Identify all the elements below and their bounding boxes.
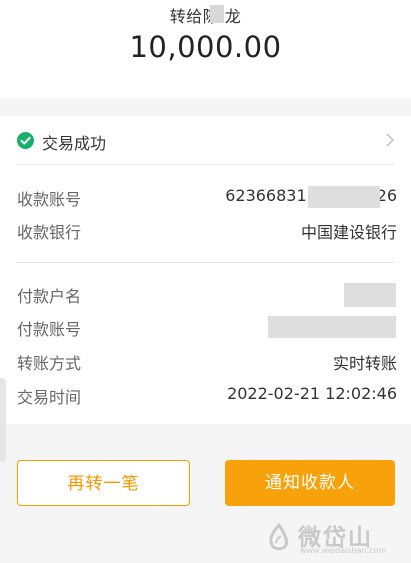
transfer-method-value: 实时转账 — [332, 354, 397, 373]
receiver-bank-row: 收款银行 中国建设银行 — [0, 219, 411, 243]
transaction-status-text: 交易成功 — [42, 134, 107, 153]
receiver-bank-label: 收款银行 — [17, 223, 82, 242]
transfer-amount: 10,000.00 — [129, 30, 282, 64]
recipient-name: 转给陈 龙 — [169, 7, 242, 26]
payer-name-mask — [344, 283, 396, 307]
check-circle-icon — [17, 132, 34, 149]
payer-account-label: 付款账号 — [17, 320, 82, 339]
divider — [16, 164, 395, 165]
chevron-right-icon[interactable] — [385, 132, 395, 152]
recipient-name-mask — [210, 5, 224, 23]
receiver-account-prefix: 62366831 — [225, 186, 307, 205]
receiver-account-label: 收款账号 — [17, 190, 82, 209]
transaction-detail-card: 交易成功 收款账号 62366831 26 收款银行 中国建设银行 付款户名 付款… — [0, 116, 411, 424]
transfer-method-row: 转账方式 实时转账 — [0, 350, 411, 374]
watermark-url: www.weidaishan.com — [300, 546, 387, 555]
transaction-status-row[interactable]: 交易成功 — [0, 116, 411, 164]
payer-name-row: 付款户名 — [0, 283, 411, 307]
payer-name-label: 付款户名 — [17, 287, 82, 306]
transaction-time-row: 交易时间 2022-02-21 12:02:46 — [0, 384, 411, 408]
transaction-time-value: 2022-02-21 12:02:46 — [227, 384, 397, 403]
watermark: 微岱山 www.weidaishan.com — [264, 521, 404, 557]
transfer-summary: 转给陈 龙 10,000.00 — [0, 0, 411, 98]
watermark-logo-icon — [264, 522, 294, 557]
transaction-time-label: 交易时间 — [17, 388, 82, 407]
payer-account-row: 付款账号 — [0, 316, 411, 340]
receiver-bank-value: 中国建设银行 — [300, 223, 397, 242]
transfer-method-label: 转账方式 — [17, 354, 82, 373]
side-handle[interactable] — [0, 378, 6, 462]
receiver-account-row: 收款账号 62366831 26 — [0, 186, 411, 210]
divider — [16, 262, 395, 263]
transfer-again-button[interactable]: 再转一笔 — [17, 460, 190, 506]
payer-account-mask — [268, 316, 396, 338]
receiver-account-mask — [308, 186, 380, 208]
notify-recipient-button[interactable]: 通知收款人 — [225, 460, 395, 506]
